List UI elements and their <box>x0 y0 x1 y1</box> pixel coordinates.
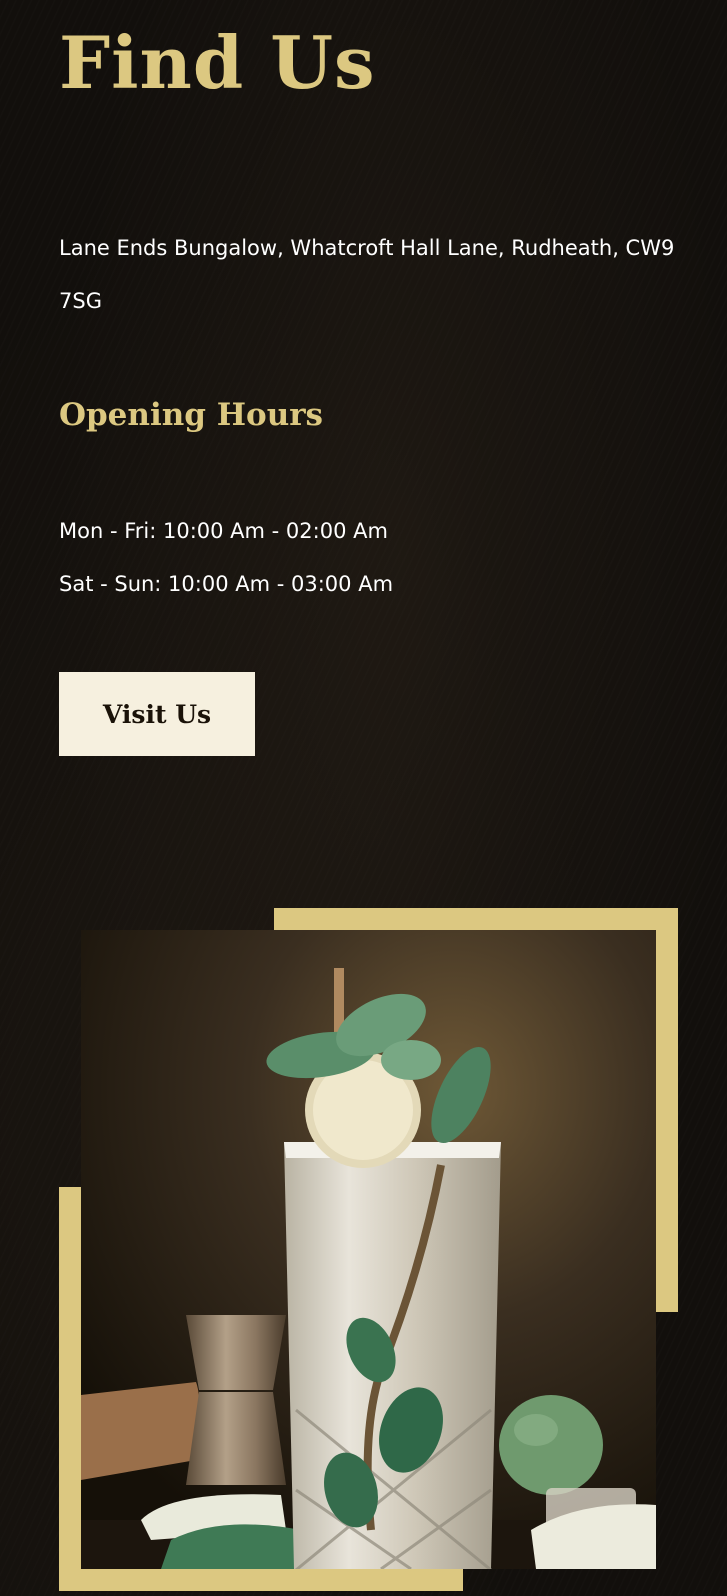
frame-left-bar <box>59 1187 81 1591</box>
frame-bottom-bar <box>59 1569 463 1591</box>
address-text: Lane Ends Bungalow, Whatcroft Hall Lane,… <box>59 236 675 313</box>
opening-hours-list: Mon - Fri: 10:00 Am - 02:00 Am Sat - Sun… <box>59 505 393 611</box>
hours-line-weekend: Sat - Sun: 10:00 Am - 03:00 Am <box>59 572 394 596</box>
frame-right-bar <box>656 908 678 1312</box>
page-title: Find Us <box>59 20 376 105</box>
frame-top-bar <box>274 908 678 930</box>
opening-hours-heading: Opening Hours <box>59 397 324 433</box>
visit-us-button[interactable]: Visit Us <box>59 672 255 756</box>
cocktail-glass-illustration <box>81 930 656 1569</box>
cocktail-photo <box>81 930 656 1569</box>
hours-line-weekdays: Mon - Fri: 10:00 Am - 02:00 Am <box>59 519 388 543</box>
